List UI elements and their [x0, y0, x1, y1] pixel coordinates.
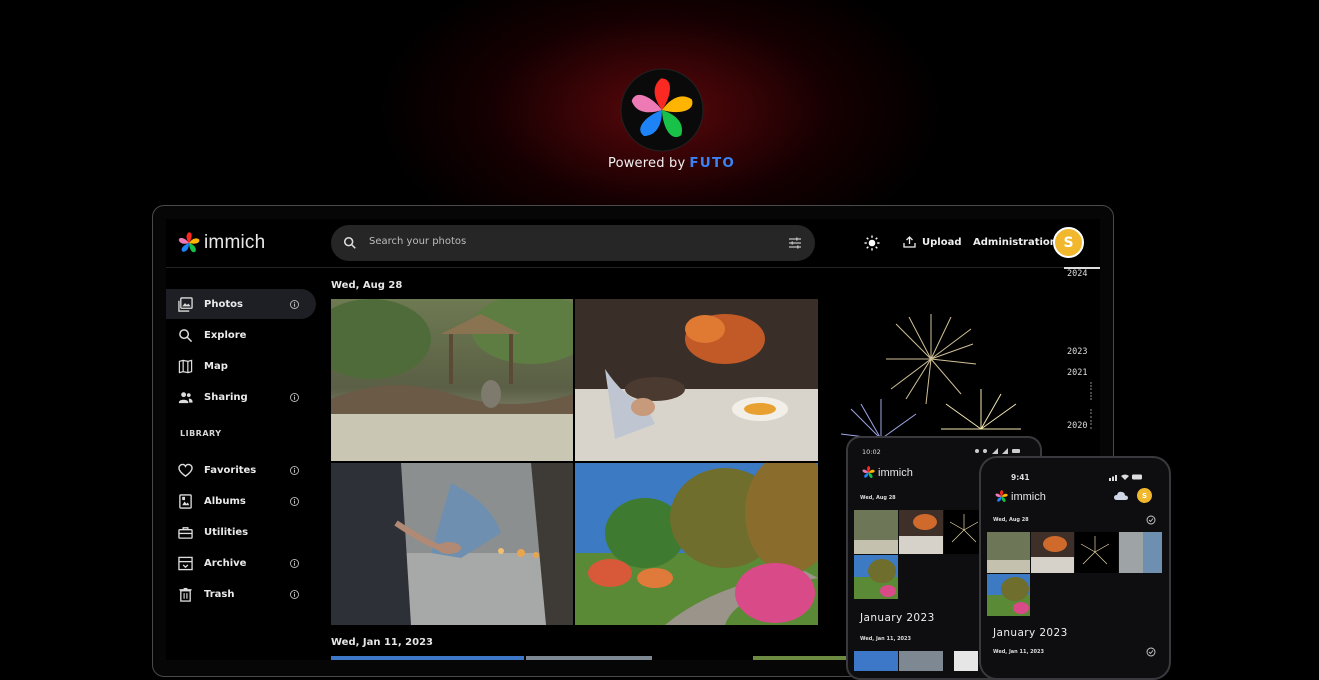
status-time: 9:41	[1011, 473, 1030, 482]
powered-by-label: Powered by	[608, 155, 686, 171]
thumb-monkeys[interactable]	[987, 532, 1030, 573]
thumb-monkeys[interactable]	[854, 510, 898, 554]
top-bar: immich Search your photos Upload Adminis…	[166, 219, 1100, 268]
app-name: immich	[1011, 490, 1046, 503]
archive-icon	[178, 556, 193, 570]
date-group-heading: Wed, Aug 28	[331, 280, 403, 291]
info-icon[interactable]	[290, 392, 299, 402]
immich-logo-icon	[620, 68, 704, 152]
thumb-fireworks[interactable]	[944, 510, 984, 554]
photos-icon	[178, 296, 193, 312]
photo-jan-1[interactable]	[331, 656, 524, 660]
sidebar-item-explore[interactable]: Explore	[166, 320, 316, 350]
photo-garden-path[interactable]	[575, 463, 818, 625]
sidebar-item-label: Trash	[204, 588, 235, 600]
photo-dinner-table[interactable]	[575, 299, 818, 461]
sidebar-item-sharing[interactable]: Sharing	[166, 382, 316, 412]
photo-monkeys[interactable]	[331, 299, 573, 461]
sidebar-item-favorites[interactable]: Favorites	[166, 455, 316, 485]
albums-icon	[179, 493, 192, 509]
sharing-icon	[178, 391, 193, 403]
ios-phone: 9:41 immich S Wed, Aug 28 January 2023 W…	[979, 456, 1171, 680]
search-icon	[343, 236, 356, 249]
photo-jan-2[interactable]	[526, 656, 652, 660]
date-group-heading: Wed, Aug 28	[860, 495, 896, 501]
upload-label: Upload	[922, 236, 962, 248]
app-name: immich	[878, 466, 913, 479]
status-bar-icons	[975, 448, 1020, 454]
trash-icon	[179, 587, 192, 602]
thumb-dinner[interactable]	[899, 510, 943, 554]
sidebar-item-albums[interactable]: Albums	[166, 486, 316, 516]
sidebar-item-label: Sharing	[204, 391, 248, 403]
date-group-heading: Wed, Aug 28	[993, 517, 1029, 523]
sidebar-item-photos[interactable]: Photos	[166, 289, 316, 319]
search-input[interactable]: Search your photos	[369, 236, 466, 247]
info-icon[interactable]	[290, 558, 299, 568]
app-name: immich	[204, 232, 266, 253]
sidebar-item-map[interactable]: Map	[166, 351, 316, 381]
select-circle-icon[interactable]	[1146, 647, 1156, 657]
status-time: 10:02	[862, 448, 881, 456]
thumb-garden[interactable]	[987, 574, 1030, 616]
cloud-backup-icon[interactable]	[1114, 491, 1128, 501]
sidebar-item-archive[interactable]: Archive	[166, 548, 316, 578]
immich-logo-icon	[178, 232, 200, 253]
timeline-year[interactable]: 2023	[1067, 347, 1087, 357]
thumb-jan-1[interactable]	[854, 651, 898, 671]
toolbox-icon	[178, 526, 193, 539]
sidebar-item-label: Map	[204, 360, 228, 372]
sidebar-item-label: Photos	[204, 298, 243, 310]
month-heading: January 2023	[860, 612, 935, 624]
info-icon[interactable]	[290, 299, 299, 309]
info-icon[interactable]	[290, 496, 299, 506]
thumb-jan-3[interactable]	[954, 651, 978, 671]
filter-sliders-icon[interactable]	[787, 235, 803, 251]
select-circle-icon[interactable]	[1146, 515, 1156, 525]
date-group-heading: Wed, Jan 11, 2023	[993, 649, 1044, 655]
immich-logo-icon	[995, 490, 1008, 502]
photo-holding-hands[interactable]	[331, 463, 573, 625]
thumb-hands[interactable]	[1119, 532, 1162, 573]
app-logo: immich	[995, 490, 1046, 503]
futo-logo[interactable]: FUTO	[689, 155, 735, 171]
search-icon	[179, 328, 193, 342]
powered-by: Powered by FUTO	[608, 155, 735, 171]
library-heading: LIBRARY	[180, 429, 222, 438]
sidebar-item-label: Favorites	[204, 464, 257, 476]
map-icon	[178, 359, 193, 373]
status-icons	[1109, 473, 1143, 483]
sidebar-item-utilities[interactable]: Utilities	[166, 517, 316, 547]
thumb-fireworks[interactable]	[1075, 532, 1118, 573]
heart-icon	[178, 463, 193, 477]
timeline-dots	[1090, 382, 1092, 429]
timeline-year[interactable]: 2020	[1067, 421, 1087, 431]
sidebar-item-label: Utilities	[204, 526, 249, 538]
timeline-year[interactable]: 2024	[1067, 269, 1087, 279]
administration-link[interactable]: Administration	[973, 237, 1057, 248]
app-logo: immich	[862, 466, 913, 479]
theme-toggle-sun-icon[interactable]	[864, 235, 880, 251]
sidebar-item-label: Explore	[204, 329, 247, 341]
avatar[interactable]: S	[1053, 227, 1084, 258]
avatar[interactable]: S	[1137, 488, 1152, 503]
immich-logo-icon	[862, 466, 875, 478]
date-group-heading: Wed, Jan 11, 2023	[331, 637, 433, 648]
thumb-jan-2[interactable]	[899, 651, 943, 671]
month-heading: January 2023	[993, 627, 1068, 639]
search-bar[interactable]: Search your photos	[331, 225, 815, 261]
upload-icon	[903, 236, 916, 248]
date-group-heading: Wed, Jan 11, 2023	[860, 636, 911, 642]
info-icon[interactable]	[290, 589, 299, 599]
sidebar-item-label: Archive	[204, 557, 247, 569]
sidebar-item-trash[interactable]: Trash	[166, 579, 316, 609]
app-logo[interactable]: immich	[178, 232, 265, 254]
status-bar-icons	[1109, 474, 1142, 481]
thumb-dinner[interactable]	[1031, 532, 1074, 573]
info-icon[interactable]	[290, 465, 299, 475]
timeline-year[interactable]: 2021	[1067, 368, 1087, 378]
sidebar-item-label: Albums	[204, 495, 246, 507]
thumb-garden[interactable]	[854, 555, 898, 599]
upload-button[interactable]: Upload	[903, 236, 961, 248]
